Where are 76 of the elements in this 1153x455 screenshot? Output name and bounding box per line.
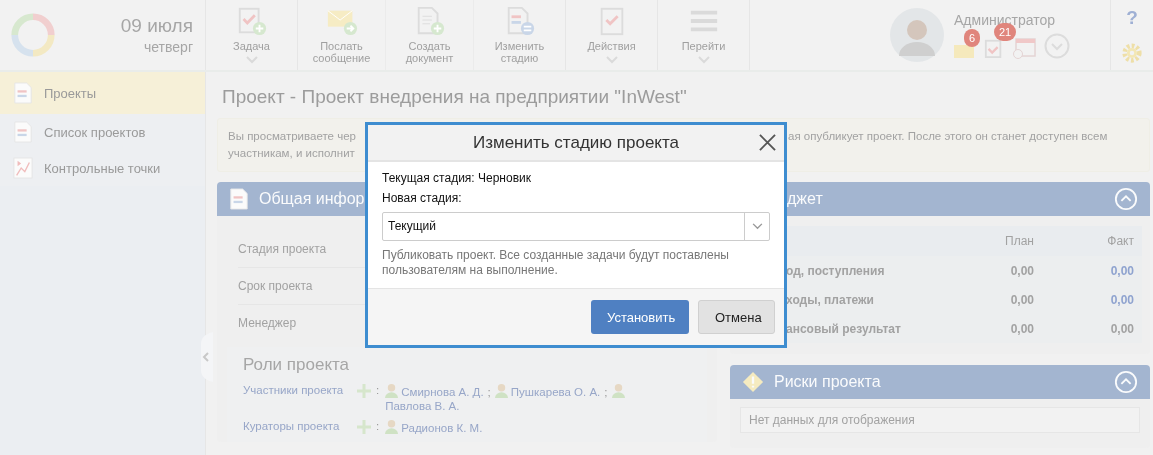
toolbar-button[interactable]: Перейти	[658, 0, 750, 70]
table-cell-text: 0,00	[1109, 321, 1134, 336]
set-button[interactable]: Установить	[591, 300, 689, 334]
weekday: четверг	[144, 39, 193, 55]
panel-title: Риски проекта	[774, 373, 881, 391]
document-icon	[229, 188, 249, 210]
close-icon[interactable]	[759, 134, 776, 151]
document-icon	[13, 121, 33, 143]
hint-text: Публиковать проект. Все созданные задачи будут поставлены пользователям на выполнение.	[382, 248, 730, 278]
count-badge: 6	[964, 28, 981, 47]
table-cell-text: 0,00	[1109, 292, 1134, 307]
panel-title: Общая инфор	[259, 190, 365, 208]
person-icon	[494, 383, 508, 398]
person-link[interactable]: Радионов К. М.	[401, 422, 483, 434]
colon: :	[376, 383, 380, 397]
table-cell-text: ансовый результат	[785, 321, 902, 336]
role-label[interactable]: Кураторы проекта	[243, 419, 356, 433]
person-icon	[385, 383, 399, 398]
plus-icon[interactable]	[356, 419, 372, 435]
sidebar-item[interactable]: Проекты	[0, 72, 205, 114]
calendar-icon[interactable]	[1012, 36, 1036, 59]
caret-icon	[245, 56, 258, 64]
person-icon	[611, 383, 625, 398]
dialog-title: Изменить стадию проекта	[472, 132, 680, 153]
plus-icon[interactable]	[356, 383, 372, 399]
caret-icon	[697, 56, 710, 64]
toolbar-button[interactable]: Послать сообщение	[298, 0, 386, 70]
separator: ;	[487, 386, 491, 398]
toolbar-button[interactable]: Задача	[206, 0, 298, 70]
person-link[interactable]: Смирнова А. Д.	[401, 386, 484, 398]
panel-title: джет	[787, 190, 823, 208]
field-label: Новая стадия:	[382, 191, 463, 205]
logo-icon	[9, 11, 57, 59]
toolbar-button[interactable]: Изменить стадию	[474, 0, 566, 70]
table-cell-text: 0,00	[1109, 263, 1134, 278]
avatar	[890, 8, 944, 62]
table-cell-text: 0,00	[1009, 321, 1034, 336]
person-link[interactable]: Павлова В. А.	[385, 400, 460, 412]
chart-icon	[13, 157, 33, 179]
page-title: Проект - Проект внедрения на предприятии "InWest"	[222, 86, 688, 108]
person-link[interactable]: Пушкарева О. А.	[510, 386, 601, 398]
collapse-tab[interactable]	[200, 332, 214, 382]
notice-text: ая опубликует проект. После этого он станет доступен всем	[788, 129, 1108, 144]
table-cell-text: ходы, платежи	[785, 292, 875, 307]
table-cell-text: 0,00	[1009, 263, 1034, 278]
column-header: План	[1004, 234, 1034, 248]
roles-title: Роли проекта	[243, 355, 351, 375]
envelope-icon[interactable]	[954, 42, 976, 59]
colon: :	[376, 419, 380, 433]
field-label: Стадия проекта	[238, 242, 327, 256]
document-icon	[13, 82, 33, 104]
cancel-button[interactable]: Отмена	[698, 300, 775, 334]
field-label: Менеджер	[238, 316, 297, 330]
notice-text: Вы просматриваете чер	[228, 129, 357, 144]
warning-icon	[742, 371, 764, 393]
toolbar-button[interactable]: Действия	[566, 0, 658, 70]
help-link[interactable]: ?	[1126, 6, 1138, 29]
person-icon	[385, 419, 399, 434]
toolbar-button[interactable]: Создать документ	[386, 0, 474, 70]
current-stage-text: Текущая стадия: Черновик	[382, 171, 532, 185]
date: 09 июля	[120, 15, 193, 37]
collapse-icon[interactable]	[1114, 187, 1138, 211]
field-label: Срок проекта	[238, 279, 313, 293]
table-cell-text: 0,00	[1009, 292, 1034, 307]
caret-icon	[605, 56, 618, 64]
caret-icon	[751, 223, 763, 230]
notice-text: участникам, и исполнит	[228, 146, 356, 161]
separator: ;	[604, 386, 608, 398]
user-name: Администратор	[954, 11, 1056, 28]
settings-icon[interactable]	[1121, 41, 1143, 64]
table-cell-text: од, поступления	[785, 263, 886, 278]
empty-message: Нет данных для отображения	[740, 407, 1140, 433]
column-header: Факт	[1106, 234, 1134, 248]
role-label[interactable]: Участники проекта	[243, 383, 356, 397]
collapse-icon[interactable]	[1114, 370, 1138, 394]
stage-select[interactable]: Текущий	[382, 212, 770, 241]
